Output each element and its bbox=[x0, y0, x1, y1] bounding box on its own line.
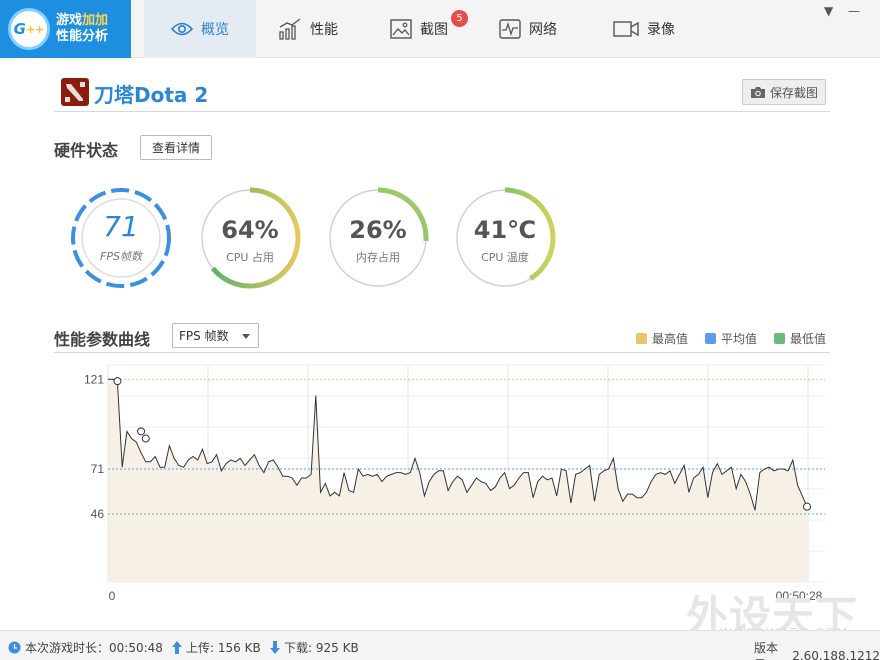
curve-divider bbox=[54, 352, 830, 353]
legend-avg-swatch bbox=[705, 333, 716, 344]
screenshot-count-badge: 5 bbox=[451, 10, 468, 27]
y-tick-label: 71 bbox=[91, 462, 105, 476]
app-window: G ++ 游戏加加 性能分析 概览 性能 截图 5 网络 录像 ▼ — 刀塔Do… bbox=[0, 0, 880, 660]
picture-icon bbox=[390, 19, 412, 39]
legend-max: 最高值 bbox=[636, 330, 688, 347]
legend-max-swatch bbox=[636, 333, 647, 344]
tab-recording[interactable]: 录像 bbox=[613, 0, 675, 58]
menu-dropdown-button[interactable]: ▼ bbox=[824, 4, 833, 18]
save-screenshot-button[interactable]: 保存截图 bbox=[741, 79, 826, 105]
download-label: 下载: bbox=[284, 641, 313, 655]
tab-recording-label: 录像 bbox=[647, 22, 675, 38]
performance-curve-title: 性能参数曲线 bbox=[54, 330, 151, 349]
x-start-label: 0 bbox=[109, 589, 116, 603]
pulse-icon bbox=[499, 19, 521, 39]
legend-avg: 平均值 bbox=[705, 330, 757, 347]
version-info: 版本号： 2.60.188.1212 bbox=[754, 639, 880, 660]
tab-overview[interactable]: 概览 bbox=[144, 0, 256, 58]
game-header: 刀塔Dota 2 保存截图 bbox=[54, 74, 830, 112]
download-value: 925 KB bbox=[315, 640, 359, 655]
tab-network[interactable]: 网络 bbox=[499, 0, 557, 58]
cpu-temp-gauge: 41℃ CPU 温度 bbox=[453, 186, 557, 290]
logo-line1-b: 加加 bbox=[82, 13, 109, 28]
upload-stat: 上传: 156 KB bbox=[172, 639, 261, 656]
fps-point-marker bbox=[113, 377, 122, 386]
hardware-status-title: 硬件状态 bbox=[54, 141, 119, 160]
upload-value: 156 KB bbox=[217, 640, 261, 655]
fps-point-marker bbox=[803, 502, 811, 511]
bar-chart-icon bbox=[279, 18, 301, 40]
tab-network-label: 网络 bbox=[529, 22, 557, 38]
video-camera-icon bbox=[613, 21, 639, 37]
y-tick-label: 121 bbox=[84, 372, 104, 386]
app-logo: G ++ 游戏加加 性能分析 bbox=[0, 0, 131, 58]
logo-line1-a: 游戏 bbox=[56, 13, 83, 28]
memory-usage-gauge: 26% 内存占用 bbox=[326, 186, 430, 290]
version-value: 2.60.188.1212 bbox=[792, 649, 880, 660]
legend-min: 最低值 bbox=[774, 330, 826, 347]
fps-point-marker bbox=[137, 427, 146, 436]
version-label: 版本号： bbox=[754, 641, 779, 660]
fps-label: FPS帧数 bbox=[100, 250, 142, 263]
legend-max-label: 最高值 bbox=[652, 332, 689, 346]
status-bar: 本次游戏时长： 00:50:48 上传: 156 KB 下载: 925 KB 版本… bbox=[0, 630, 880, 660]
game-title: 刀塔Dota 2 bbox=[94, 83, 209, 107]
top-nav: G ++ 游戏加加 性能分析 概览 性能 截图 5 网络 录像 ▼ — bbox=[0, 0, 880, 58]
fps-point-marker bbox=[141, 434, 150, 443]
download-stat: 下载: 925 KB bbox=[270, 639, 359, 656]
cpu-temp-value: 41℃ bbox=[473, 216, 537, 244]
memory-usage-value: 26% bbox=[349, 216, 407, 244]
tab-screenshots[interactable]: 截图 bbox=[390, 0, 448, 58]
cpu-temp-label: CPU 温度 bbox=[481, 251, 529, 264]
arrow-up-icon bbox=[172, 641, 182, 654]
logo-text: 游戏加加 性能分析 bbox=[56, 13, 108, 45]
camera-icon bbox=[750, 86, 765, 98]
upload-label: 上传: bbox=[186, 641, 215, 655]
fps-value: 71 bbox=[103, 210, 139, 243]
y-tick-label: 46 bbox=[91, 507, 105, 521]
legend-min-label: 最低值 bbox=[790, 332, 827, 346]
fps-line-chart: 12171460 00:50:28 bbox=[84, 364, 825, 603]
fps-gauge: 71 FPS帧数 bbox=[69, 186, 173, 290]
play-time-label: 本次游戏时长： bbox=[25, 641, 110, 655]
tab-screenshots-label: 截图 bbox=[420, 22, 448, 38]
legend-avg-label: 平均值 bbox=[721, 332, 758, 346]
metric-select[interactable]: FPS 帧数 bbox=[172, 323, 259, 348]
eye-icon bbox=[171, 22, 193, 36]
logo-badge-icon: G ++ bbox=[8, 8, 50, 50]
cpu-usage-gauge: 64% CPU 占用 bbox=[198, 186, 302, 290]
tab-overview-label: 概览 bbox=[201, 22, 229, 38]
minimize-button[interactable]: — bbox=[848, 4, 860, 18]
tab-performance[interactable]: 性能 bbox=[278, 0, 338, 58]
logo-line2: 性能分析 bbox=[56, 29, 109, 44]
arrow-down-icon bbox=[270, 641, 280, 654]
save-screenshot-label: 保存截图 bbox=[769, 85, 818, 100]
play-time-value: 00:50:48 bbox=[109, 640, 163, 655]
chevron-down-icon bbox=[242, 334, 250, 339]
tab-performance-label: 性能 bbox=[310, 22, 338, 38]
clock-icon bbox=[8, 641, 21, 654]
cpu-usage-value: 64% bbox=[221, 216, 279, 244]
metric-select-value: FPS 帧数 bbox=[179, 329, 229, 343]
cpu-usage-label: CPU 占用 bbox=[226, 251, 274, 264]
play-time: 本次游戏时长： 00:50:48 bbox=[8, 639, 163, 656]
dota-game-icon bbox=[61, 78, 89, 106]
legend-min-swatch bbox=[774, 333, 785, 344]
memory-usage-label: 内存占用 bbox=[356, 251, 400, 264]
view-details-button[interactable]: 查看详情 bbox=[140, 135, 212, 160]
